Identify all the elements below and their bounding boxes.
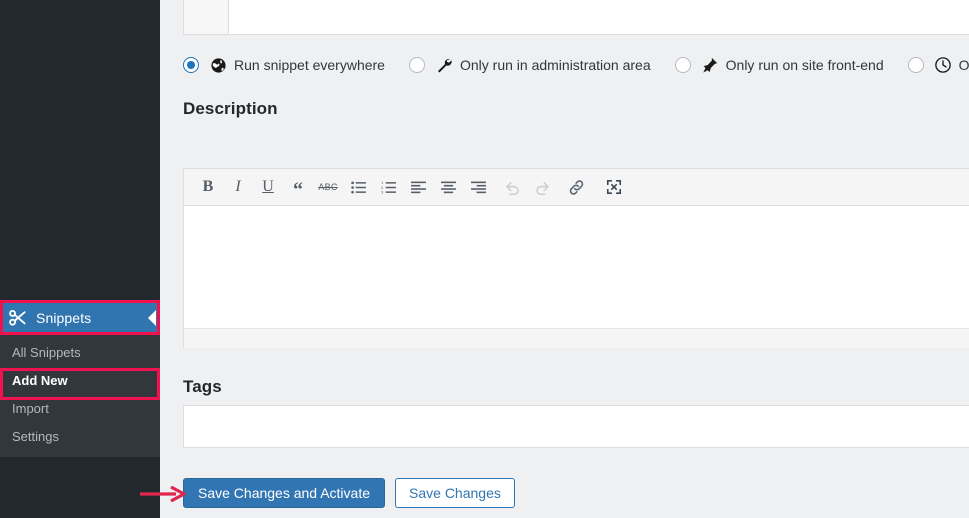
- description-editor: B I U “ ABC 1 2 3: [183, 168, 969, 348]
- globe-icon: [208, 55, 228, 75]
- save-changes-button[interactable]: Save Changes: [395, 478, 515, 508]
- radio-run-everywhere[interactable]: [183, 57, 199, 73]
- form-actions: Save Changes and Activate Save Changes: [183, 478, 515, 508]
- tags-heading: Tags: [183, 377, 222, 396]
- scope-option-once[interactable]: Only run onc: [907, 55, 969, 75]
- description-heading: Description: [183, 99, 278, 118]
- numbered-list-icon[interactable]: 1 2 3: [374, 174, 402, 200]
- sidebar-item-import[interactable]: Import: [0, 395, 160, 423]
- scope-option-frontend[interactable]: Only run on site front-end: [674, 55, 884, 75]
- sidebar-item-add-new[interactable]: Add New: [0, 367, 160, 395]
- sidebar-item-settings[interactable]: Settings: [0, 423, 160, 451]
- sidebar-item-all-snippets[interactable]: All Snippets: [0, 339, 160, 367]
- link-icon[interactable]: [562, 174, 590, 200]
- scope-label-once: Only run onc: [958, 57, 969, 73]
- redo-icon[interactable]: [528, 174, 556, 200]
- align-center-icon[interactable]: [434, 174, 462, 200]
- scope-label-frontend: Only run on site front-end: [725, 57, 884, 73]
- strikethrough-icon[interactable]: ABC: [314, 174, 342, 200]
- clock-icon: [933, 55, 953, 75]
- sidebar-item-label: Snippets: [36, 309, 92, 326]
- underline-icon[interactable]: U: [254, 174, 282, 200]
- radio-run-once[interactable]: [907, 57, 924, 73]
- blockquote-icon[interactable]: “: [284, 171, 312, 203]
- scissors-icon: [8, 308, 28, 328]
- align-left-icon[interactable]: [404, 174, 432, 200]
- sidebar-submenu: All Snippets Add New Import Settings: [0, 335, 160, 457]
- sidebar-item-snippets[interactable]: Snippets: [0, 300, 160, 335]
- wrench-icon: [434, 55, 454, 75]
- radio-run-frontend[interactable]: [674, 57, 691, 73]
- scope-label-everywhere: Run snippet everywhere: [234, 57, 385, 73]
- svg-text:3: 3: [381, 189, 383, 194]
- editor-toolbar: B I U “ ABC 1 2 3: [184, 169, 969, 206]
- editor-statusbar: [184, 328, 969, 348]
- pin-icon: [700, 55, 720, 75]
- snippet-scope-options: Run snippet everywhere Only run in admin…: [183, 45, 969, 85]
- align-right-icon[interactable]: [464, 174, 492, 200]
- triangle-left-icon[interactable]: [148, 309, 156, 326]
- scope-option-everywhere[interactable]: Run snippet everywhere: [183, 55, 385, 75]
- scope-label-admin: Only run in administration area: [459, 57, 651, 73]
- main-content: Run snippet everywhere Only run in admin…: [160, 0, 969, 518]
- save-changes-and-activate-button[interactable]: Save Changes and Activate: [183, 478, 386, 508]
- italic-icon[interactable]: I: [224, 174, 252, 200]
- bold-icon[interactable]: B: [194, 174, 222, 200]
- annotation-arrow: [140, 486, 186, 502]
- radio-run-admin[interactable]: [408, 57, 425, 73]
- wordpress-admin-screen: Snippets All Snippets Add New Import Set…: [0, 0, 969, 518]
- admin-sidebar: Snippets All Snippets Add New Import Set…: [0, 0, 160, 518]
- code-editor-textarea[interactable]: [230, 0, 969, 34]
- bulleted-list-icon[interactable]: [344, 174, 372, 200]
- description-textarea[interactable]: [184, 206, 969, 328]
- tags-input[interactable]: [183, 405, 969, 448]
- undo-icon[interactable]: [498, 174, 526, 200]
- code-editor[interactable]: [183, 0, 969, 35]
- code-editor-gutter: [184, 0, 229, 34]
- fullscreen-icon[interactable]: [600, 174, 628, 200]
- scope-option-admin[interactable]: Only run in administration area: [408, 55, 651, 75]
